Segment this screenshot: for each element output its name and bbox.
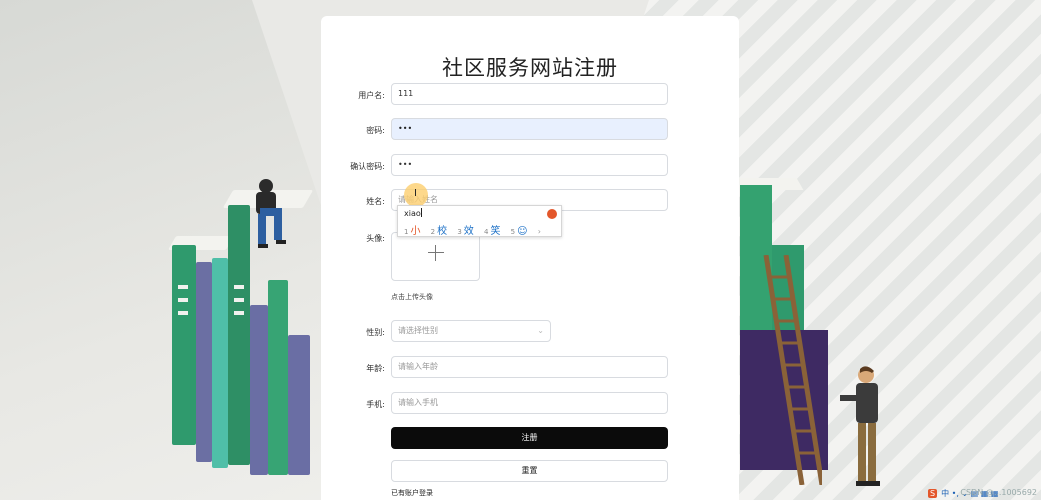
text-cursor-icon: I	[414, 188, 417, 199]
book-stripe	[234, 285, 244, 289]
avatar-hint: 点击上传头像	[391, 293, 433, 301]
registration-card: 社区服务网站注册 用户名: 111 密码: ••• 确认密码: ••• 姓名: …	[321, 16, 739, 500]
book	[288, 335, 310, 475]
book-stripe	[178, 298, 188, 302]
age-input[interactable]: 请输入年龄	[391, 356, 668, 378]
ime-candidate-emoji[interactable]: ☺	[517, 226, 527, 237]
gender-select[interactable]: 请选择性别 ⌄	[391, 320, 551, 342]
confirm-password-label: 确认密码:	[350, 162, 385, 171]
book	[172, 245, 196, 445]
password-input[interactable]: •••	[391, 118, 668, 140]
gender-select-placeholder: 请选择性别	[398, 326, 438, 335]
page-title: 社区服务网站注册	[442, 56, 618, 80]
name-label: 姓名:	[366, 197, 385, 206]
book	[250, 305, 268, 475]
register-button[interactable]: 注册	[391, 427, 668, 449]
phone-label: 手机:	[366, 400, 385, 409]
ime-candidate-number: 1	[404, 228, 409, 236]
standing-person-illustration	[840, 366, 880, 486]
book	[212, 258, 228, 468]
book-stripe	[234, 311, 244, 315]
book	[196, 262, 212, 462]
password-label: 密码:	[366, 126, 385, 135]
gender-label: 性别:	[366, 328, 385, 337]
book-stripe	[178, 285, 188, 289]
login-link[interactable]: 已有账户登录	[391, 488, 433, 498]
ime-candidate[interactable]: 效	[464, 226, 474, 237]
username-input[interactable]: 111	[391, 83, 668, 105]
watermark: CSDN @...1005692	[960, 488, 1037, 497]
ime-candidate[interactable]: 小	[410, 226, 420, 237]
reading-person-illustration	[256, 179, 286, 248]
chevron-down-icon: ⌄	[537, 326, 544, 335]
ime-logo-icon	[547, 209, 557, 219]
book	[268, 280, 288, 475]
avatar-upload[interactable]	[391, 232, 480, 281]
ime-candidate-popup: xiao 1小 2校 3效 4笑 5 ☺ ›	[397, 205, 562, 237]
ime-candidate-number: 3	[457, 228, 462, 236]
username-label: 用户名:	[358, 91, 385, 100]
avatar-label: 头像:	[366, 234, 385, 243]
sogou-logo-icon: S	[928, 489, 938, 498]
ime-candidate-number: 4	[483, 228, 489, 236]
confirm-password-input[interactable]: •••	[391, 154, 668, 176]
age-label: 年龄:	[366, 364, 385, 373]
book-stripe	[178, 311, 188, 315]
ime-next-page-icon[interactable]: ›	[538, 227, 541, 236]
ime-candidate-number: 2	[430, 228, 436, 236]
ime-candidate[interactable]: 校	[437, 226, 447, 237]
ime-candidate-number: 5	[510, 228, 516, 236]
ime-composition: xiao	[404, 208, 422, 218]
phone-input[interactable]: 请输入手机	[391, 392, 668, 414]
ime-candidate[interactable]: 笑	[490, 226, 500, 237]
reset-button[interactable]: 重置	[391, 460, 668, 482]
plus-icon	[428, 245, 444, 261]
book-stripe	[234, 298, 244, 302]
ime-candidates: 1小 2校 3效 4笑 5 ☺ ›	[404, 222, 541, 237]
ladder-illustration	[763, 255, 822, 485]
